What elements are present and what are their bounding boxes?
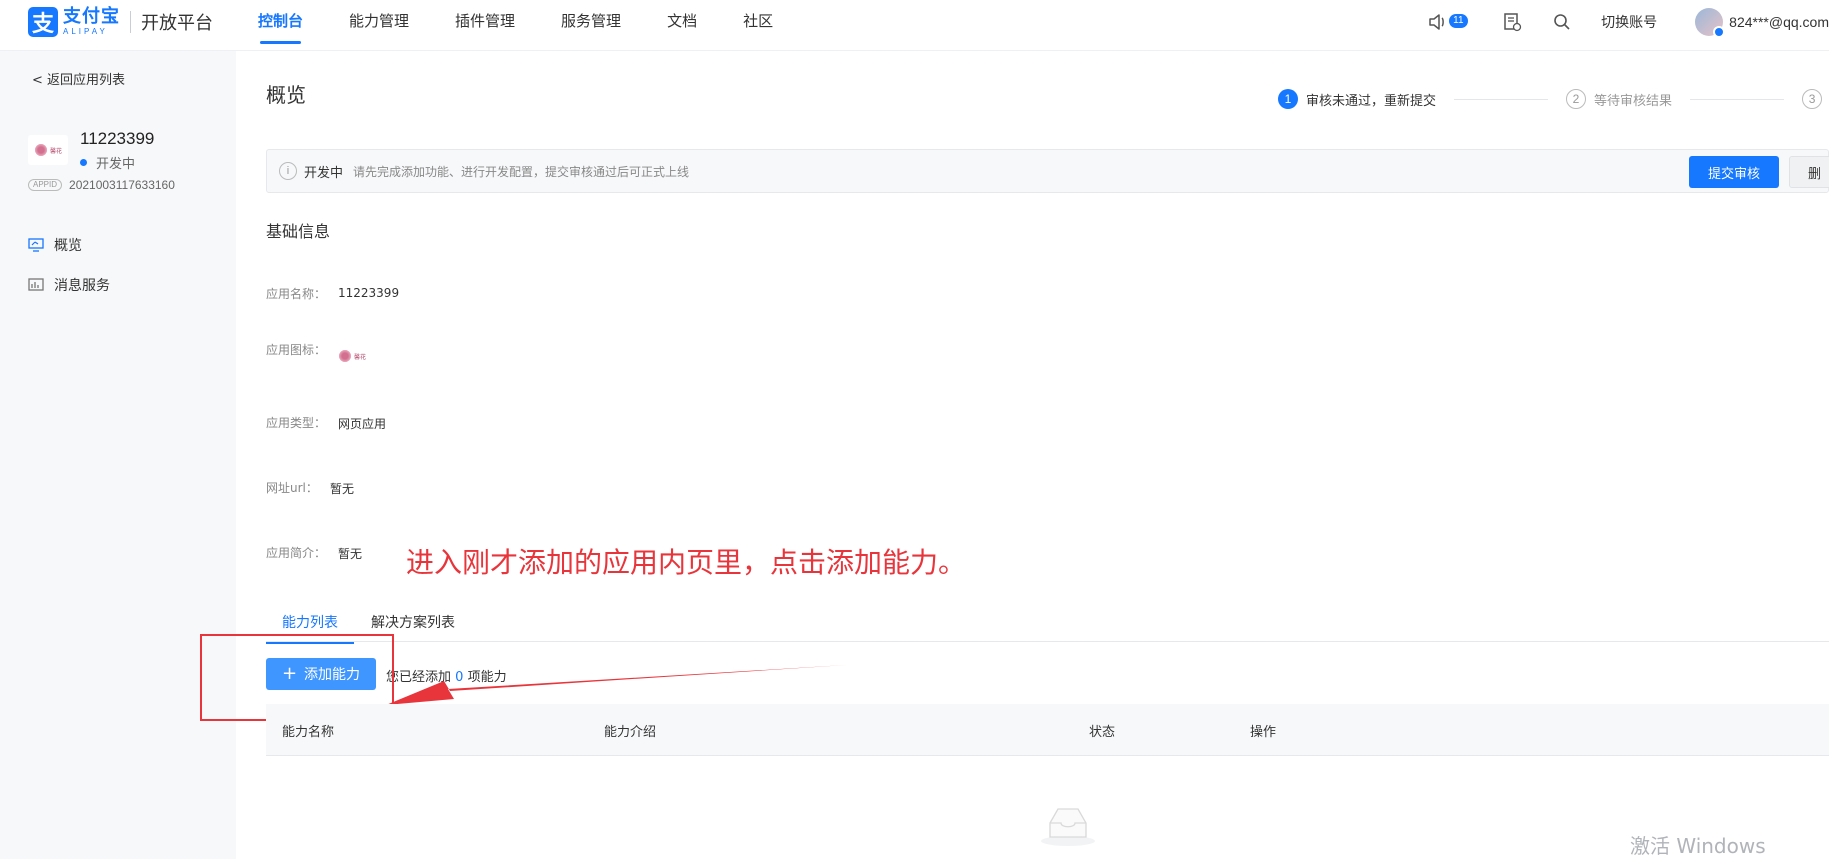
capability-table-header: 能力名称 能力介绍 状态 操作 (266, 704, 1829, 756)
step-connector (1690, 98, 1785, 100)
app-icon-text: 馨花 (354, 354, 367, 361)
info-icon: i (279, 162, 297, 180)
step-2-number: 2 (1566, 89, 1587, 109)
monitor-icon (28, 238, 44, 252)
speaker-icon (1429, 13, 1445, 30)
search-icon (1554, 13, 1570, 30)
alert-title: 开发中 (304, 165, 344, 181)
app-type-value: 网页应用 (338, 417, 387, 431)
nav-plugin-management[interactable]: 插件管理 (455, 0, 515, 51)
url-label: 网址url： (266, 481, 318, 495)
tab-solution-list[interactable]: 解决方案列表 (371, 612, 455, 632)
back-link-label: 返回应用列表 (47, 73, 126, 88)
app-icon-label: 应用图标： (266, 343, 327, 357)
chart-icon (28, 278, 44, 291)
url-value: 暂无 (330, 482, 355, 496)
nav-service-management[interactable]: 服务管理 (561, 0, 621, 51)
sidebar-item-message-service[interactable]: 消息服务 (28, 265, 110, 305)
logo-cn-text: 支付宝 (63, 6, 120, 27)
nav-community[interactable]: 社区 (743, 0, 773, 51)
th-actions: 操作 (1250, 725, 1277, 740)
avatar[interactable] (1695, 7, 1726, 38)
step-3-number: 3 (1802, 89, 1823, 109)
document-clock-icon (1504, 12, 1522, 31)
basic-info-title: 基础信息 (266, 222, 331, 241)
app-status-label: 开发中 (96, 157, 136, 172)
th-capability-intro: 能力介绍 (604, 725, 657, 740)
switch-account-link[interactable]: 切换账号 (1601, 12, 1657, 32)
main-content: 概览 1 审核未通过，重新提交 2 等待审核结果 3 i 开发中 请先完成添加功… (200, 51, 1829, 859)
review-steps: 1 审核未通过，重新提交 2 等待审核结果 3 (1278, 89, 1823, 109)
alipay-logo-icon: 支 (28, 7, 58, 37)
notification-button[interactable]: 11 (1427, 11, 1468, 33)
app-icon-image: 馨花 (338, 345, 384, 367)
dev-status-alert: i 开发中 请先完成添加功能、进行开发配置，提交审核通过后可正式上线 提交审核 … (266, 149, 1829, 193)
nav-capability-management[interactable]: 能力管理 (349, 0, 409, 51)
sidebar-menu: 概览 消息服务 (28, 225, 110, 305)
nav-console[interactable]: 控制台 (258, 0, 303, 51)
alipay-logo[interactable]: 支 支付宝 ALIPAY 开放平台 (28, 6, 213, 38)
step-2-label: 等待审核结果 (1594, 93, 1673, 109)
app-intro-value: 暂无 (338, 547, 363, 561)
status-dot (80, 159, 87, 166)
app-type-label: 应用类型： (266, 416, 327, 430)
app-thumb-text: 馨花 (49, 148, 62, 155)
th-capability-name: 能力名称 (282, 725, 335, 740)
app-thumbnail: 馨花 (28, 135, 68, 165)
sidebar-item-overview[interactable]: 概览 (28, 225, 110, 265)
page-title: 概览 (266, 83, 306, 107)
flower-logo-icon (33, 143, 48, 157)
appid-value: 2021003117633160 (69, 178, 175, 192)
windows-activation-watermark: 激活 Windows (1630, 834, 1766, 858)
search-button[interactable] (1551, 11, 1573, 33)
top-navbar: 支 支付宝 ALIPAY 开放平台 控制台 能力管理 插件管理 服务管理 文档 … (0, 0, 1829, 51)
sidebar-item-label: 消息服务 (54, 278, 110, 294)
logo-subtitle: 开放平台 (141, 13, 213, 34)
notification-count-badge: 11 (1449, 13, 1468, 28)
app-intro-label: 应用简介： (266, 546, 327, 560)
appid-row: APPID 2021003117633160 (28, 178, 175, 192)
alert-text: 请先完成添加功能、进行开发配置，提交审核通过后可正式上线 (353, 164, 690, 179)
logo-en-text: ALIPAY (63, 27, 108, 36)
sidebar-item-label: 概览 (54, 238, 82, 254)
document-button[interactable] (1501, 11, 1523, 33)
logo-divider (130, 11, 131, 33)
step-connector (1454, 98, 1549, 100)
user-email[interactable]: 824***@qq.com (1729, 14, 1829, 30)
tab-capability-list[interactable]: 能力列表 (266, 612, 354, 644)
delete-button[interactable]: 删 (1789, 156, 1829, 188)
tutorial-annotation: 进入刚才添加的应用内页里，点击添加能力。 (406, 546, 967, 579)
sidebar: < 返回应用列表 馨花 11223399 开发中 APPID 202100311… (0, 51, 236, 859)
app-status: 开发中 (80, 153, 135, 172)
main-nav: 控制台 能力管理 插件管理 服务管理 文档 社区 (258, 0, 819, 51)
app-name-label: 应用名称： (266, 287, 327, 301)
avatar-status-dot (1713, 25, 1726, 38)
th-status: 状态 (1089, 725, 1116, 740)
appid-tag: APPID (28, 179, 63, 191)
capability-tabs: 能力列表 解决方案列表 (266, 604, 1829, 644)
step-1-number: 1 (1278, 89, 1298, 109)
back-to-app-list-link[interactable]: < 返回应用列表 (32, 69, 125, 88)
empty-inbox-icon (1041, 808, 1095, 846)
app-name: 11223399 (80, 129, 155, 148)
header-actions: 11 切换账号 824***@qq.com (1427, 0, 1829, 43)
nav-docs[interactable]: 文档 (667, 0, 697, 51)
submit-review-button[interactable]: 提交审核 (1689, 156, 1779, 188)
chevron-left-icon: < (32, 73, 43, 88)
flower-logo-icon (338, 349, 352, 363)
app-name-value: 11223399 (338, 286, 400, 300)
step-1-label: 审核未通过，重新提交 (1306, 93, 1437, 109)
